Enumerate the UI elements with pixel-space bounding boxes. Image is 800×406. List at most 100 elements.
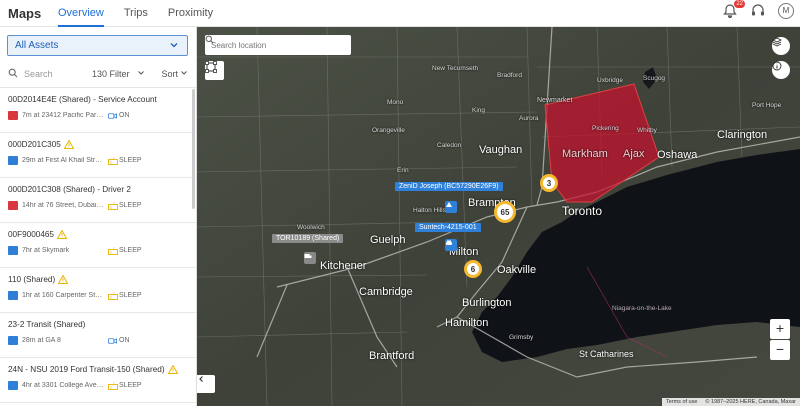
user-avatar[interactable]: M bbox=[778, 3, 794, 19]
city-label-st-catharines: St Catharines bbox=[579, 349, 634, 359]
town-label-uxbridge: Uxbridge bbox=[597, 77, 624, 84]
asset-details: 29m at First Al Khail Street z z SLEEP bbox=[8, 156, 188, 165]
sleep-icon: zz bbox=[108, 201, 118, 210]
asset-group-dropdown[interactable]: All Assets bbox=[7, 35, 188, 56]
city-label-clarington: Clarington bbox=[717, 129, 768, 141]
asset-list-item[interactable]: 000D201C305 29m at First Al Khail Street z… bbox=[0, 133, 196, 178]
asset-status: z z SLEEP bbox=[108, 156, 142, 165]
vehicle-cluster[interactable]: 3 bbox=[540, 174, 558, 192]
vehicle-type-icon bbox=[8, 381, 18, 390]
filter-chevron-icon[interactable] bbox=[137, 69, 145, 79]
town-label-aurora: Aurora bbox=[519, 115, 539, 122]
svg-text:z: z bbox=[110, 249, 112, 254]
notification-badge: 22 bbox=[734, 0, 745, 8]
town-label-scugog: Scugog bbox=[643, 75, 666, 82]
asset-name: 24N - NSU 2019 Ford Transit-150 (Shared) bbox=[8, 365, 165, 374]
top-navigation-bar: Maps Overview Trips Proximity 22 M bbox=[0, 0, 800, 27]
terms-of-use-link[interactable]: Terms of use bbox=[666, 399, 697, 405]
asset-details: 1hr at 160 Carpenter St, Pro... zzSLEEP bbox=[8, 291, 188, 300]
truck-icon bbox=[304, 254, 312, 258]
svg-text:z: z bbox=[110, 159, 112, 164]
layers-button[interactable] bbox=[772, 37, 790, 55]
asset-list-item[interactable]: 23-2 Transit (Shared) 28m at GA 8 ON bbox=[0, 313, 196, 358]
filter-button[interactable]: Filter bbox=[109, 69, 129, 79]
asset-name: 23-2 Transit (Shared) bbox=[8, 320, 86, 329]
vehicle-type-icon bbox=[8, 156, 18, 165]
sidebar-scrollbar[interactable] bbox=[192, 89, 195, 209]
asset-name-row: 23-2 Transit (Shared) bbox=[8, 320, 188, 329]
asset-search-row: Search 130 Filter Sort bbox=[0, 60, 196, 88]
asset-location: 29m at First Al Khail Street bbox=[22, 157, 104, 164]
asset-location: 7m at 23412 Pacific Park Dr... bbox=[22, 112, 104, 119]
asset-name: 00D2014E4E (Shared) - Service Account bbox=[8, 95, 157, 104]
asset-list-item[interactable]: 00F9000465 7hr at Skymark z z SLEEP bbox=[0, 223, 196, 268]
asset-search-input[interactable]: Search bbox=[24, 69, 92, 79]
car-icon bbox=[446, 240, 452, 245]
tab-trips[interactable]: Trips bbox=[124, 0, 148, 27]
city-label-hamilton: Hamilton bbox=[445, 317, 489, 329]
vehicle-cluster[interactable]: 6 bbox=[464, 260, 482, 278]
vehicle-marker[interactable] bbox=[445, 201, 457, 213]
town-label-port-hope: Port Hope bbox=[752, 102, 782, 109]
search-icon bbox=[205, 35, 214, 44]
vehicle-type-icon bbox=[8, 201, 18, 210]
sleep-icon: zz bbox=[108, 246, 118, 255]
map-view[interactable]: Toronto Vaughan Brampton Markham Ajax Os… bbox=[197, 27, 800, 406]
vehicle-marker[interactable] bbox=[304, 252, 316, 264]
city-label-newmarket: Newmarket bbox=[537, 97, 573, 104]
vehicle-cluster[interactable]: 65 bbox=[494, 201, 516, 223]
asset-list-item[interactable]: 24N - NSU 2019 Ford Transit-150 (Shared)… bbox=[0, 358, 196, 403]
info-icon bbox=[772, 61, 782, 71]
asset-status-label: ON bbox=[119, 112, 130, 119]
vehicle-label[interactable]: ZeniD Joseph (BC57290E26F9) bbox=[395, 182, 503, 191]
svg-text:z: z bbox=[110, 204, 112, 209]
asset-details: 28m at GA 8 ON bbox=[8, 336, 188, 345]
zoom-out-button[interactable]: − bbox=[770, 340, 790, 360]
asset-name: 000D201C308 (Shared) - Driver 2 bbox=[8, 185, 131, 194]
asset-name-row: 110 (Shared) bbox=[8, 274, 188, 284]
info-button[interactable] bbox=[772, 61, 790, 79]
city-label-guelph: Guelph bbox=[370, 234, 406, 246]
vehicle-marker[interactable] bbox=[445, 239, 457, 251]
asset-name-row: 24N - NSU 2019 Ford Transit-150 (Shared) bbox=[8, 364, 188, 374]
vehicle-label[interactable]: TOR10189 (Shared) bbox=[272, 234, 344, 243]
asset-list-item[interactable]: 110 (Shared) 1hr at 160 Carpenter St, Pro… bbox=[0, 268, 196, 313]
town-label-woolwich: Woolwich bbox=[297, 224, 325, 231]
town-label-bradford: Bradford bbox=[497, 72, 522, 79]
copyright-text: © 1987–2025 HERE, Canada, Maxar bbox=[705, 399, 796, 405]
collapse-sidebar-button[interactable] bbox=[197, 375, 215, 393]
draw-area-button[interactable] bbox=[205, 61, 224, 80]
support-button[interactable] bbox=[750, 3, 766, 19]
warning-icon bbox=[167, 364, 178, 374]
city-label-oakville: Oakville bbox=[497, 264, 537, 276]
asset-location: 14hr at 76 Street, Dubai Inve... bbox=[22, 202, 104, 209]
select-area-icon bbox=[205, 61, 217, 73]
town-label-niagara: Niagara-on-the-Lake bbox=[612, 305, 672, 312]
asset-details: 4hr at 3301 College Ave, Da... zzSLEEP bbox=[8, 381, 188, 390]
vehicle-type-icon bbox=[8, 336, 18, 345]
asset-list-item[interactable]: 00D2014E4E (Shared) - Service Account 7m … bbox=[0, 88, 196, 133]
town-label-orangeville: Orangeville bbox=[372, 127, 405, 134]
camera-icon bbox=[108, 112, 117, 120]
sort-button[interactable]: Sort bbox=[161, 69, 178, 79]
svg-text:z: z bbox=[113, 382, 115, 385]
app-title: Maps bbox=[8, 5, 42, 21]
city-label-cambridge: Cambridge bbox=[359, 286, 413, 298]
vehicle-label[interactable]: Suntech-4215-001 bbox=[415, 223, 481, 232]
sort-chevron-icon[interactable] bbox=[180, 69, 188, 79]
notifications-button[interactable]: 22 bbox=[722, 0, 745, 19]
asset-list-item[interactable]: 000D201C308 (Shared) - Driver 2 14hr at 7… bbox=[0, 178, 196, 223]
map-search-input[interactable]: Search location bbox=[205, 35, 351, 55]
town-label-king: King bbox=[472, 107, 486, 114]
asset-count: 130 Filter bbox=[91, 68, 130, 79]
asset-name-row: 00D2014E4E (Shared) - Service Account bbox=[8, 95, 188, 104]
tab-overview[interactable]: Overview bbox=[58, 0, 104, 27]
asset-status: ON bbox=[108, 337, 130, 345]
zoom-in-button[interactable]: + bbox=[770, 319, 790, 339]
asset-name-row: 000D201C305 bbox=[8, 139, 188, 149]
tab-proximity[interactable]: Proximity bbox=[168, 0, 213, 27]
svg-text:z: z bbox=[110, 294, 112, 299]
svg-text:z: z bbox=[113, 157, 115, 160]
sleep-icon: zz bbox=[108, 291, 118, 300]
town-label-mono: Mono bbox=[387, 99, 404, 106]
